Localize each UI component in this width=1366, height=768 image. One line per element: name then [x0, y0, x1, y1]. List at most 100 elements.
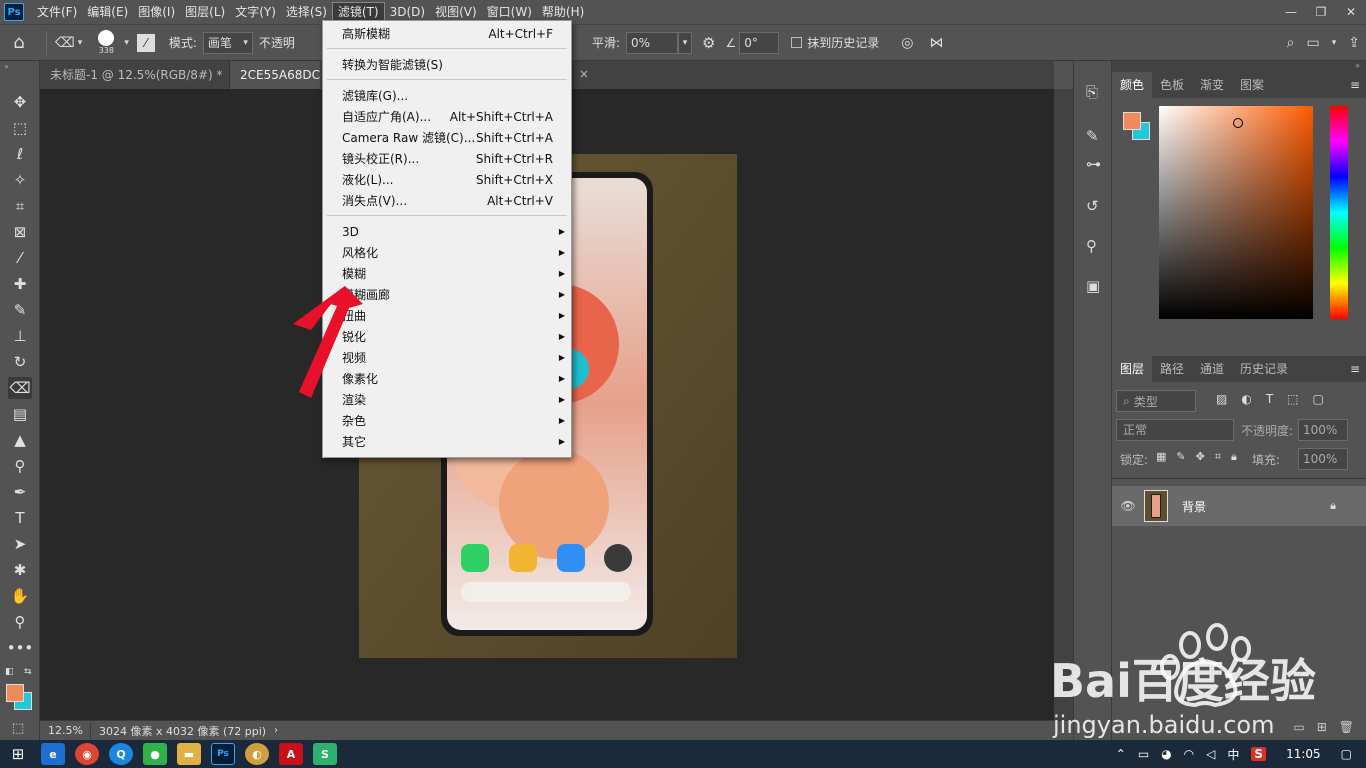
tab-history[interactable]: 历史记录 — [1232, 356, 1296, 382]
frame-tool-icon[interactable]: ⊠ — [8, 221, 32, 243]
collapse-icon[interactable]: » — [4, 62, 9, 71]
menu-3[interactable]: 图层(L) — [180, 2, 230, 22]
mode-select[interactable]: 画笔 ▾ — [202, 31, 253, 54]
magic-wand-tool-icon[interactable]: ✧ — [8, 169, 32, 191]
home-icon[interactable]: ⌂ — [0, 32, 38, 53]
brush-settings-icon[interactable]: ⁄ — [136, 33, 155, 52]
zoom-level[interactable]: 12.5% — [40, 724, 90, 737]
file-explorer-icon[interactable]: ▬ — [177, 743, 201, 765]
wifi-icon[interactable]: ◠ — [1184, 747, 1194, 761]
filter-menu-item[interactable]: 杂色 ▶ — [323, 410, 571, 431]
delete-layer-icon[interactable]: 🗑︎ — [1339, 720, 1354, 734]
minimize-button[interactable]: — — [1276, 2, 1306, 22]
filter-menu-item[interactable]: 自适应广角(A)... Alt+Shift+Ctrl+A — [323, 106, 571, 127]
chevron-down-icon[interactable]: ▾ — [124, 38, 129, 48]
new-layer-icon[interactable]: ⊞ — [1317, 720, 1327, 734]
sheets-icon[interactable]: S — [313, 743, 337, 765]
custom-shape-tool-icon[interactable]: ✱ — [8, 559, 32, 581]
new-group-icon[interactable]: ▭ — [1293, 720, 1304, 734]
menu-6[interactable]: 滤镜(T) — [331, 2, 385, 22]
type-tool-icon[interactable]: T — [8, 507, 32, 529]
blend-mode-select[interactable]: 正常 — [1116, 419, 1234, 441]
filter-menu-item[interactable]: Camera Raw 滤镜(C)... Shift+Ctrl+A — [323, 127, 571, 148]
menu-10[interactable]: 帮助(H) — [537, 2, 589, 22]
angle-input[interactable]: 0° — [739, 31, 780, 54]
menu-7[interactable]: 3D(D) — [385, 2, 430, 22]
lock-all-icon[interactable]: 🔒︎ — [1231, 450, 1237, 464]
menu-9[interactable]: 窗口(W) — [482, 2, 537, 22]
foreground-color-swatch[interactable] — [1123, 112, 1141, 130]
clone-stamp-tool-icon[interactable]: ⊥ — [8, 325, 32, 347]
tab-channels[interactable]: 通道 — [1192, 356, 1232, 382]
gradient-tool-icon[interactable]: ▤ — [8, 403, 32, 425]
lasso-tool-icon[interactable]: ℓ — [8, 143, 32, 165]
vertical-scrollbar[interactable] — [1054, 89, 1073, 720]
tab-patterns[interactable]: 图案 — [1232, 72, 1272, 98]
browser-icon[interactable]: Q — [109, 743, 133, 765]
marquee-tool-icon[interactable]: ⬚ — [8, 117, 32, 139]
tab-color[interactable]: 颜色 — [1112, 72, 1153, 98]
chrome-icon[interactable]: ◉ — [75, 743, 99, 765]
lock-paint-icon[interactable]: ✎ — [1176, 450, 1185, 464]
workspace-icon[interactable]: ▭ — [1307, 35, 1320, 51]
menu-4[interactable]: 文字(Y) — [230, 2, 281, 22]
default-colors-icon[interactable]: ◧ — [5, 667, 14, 677]
tab-layers[interactable]: 图层 — [1112, 356, 1153, 382]
ie-icon[interactable]: e — [41, 743, 65, 765]
collapse-icon[interactable]: » — [1112, 61, 1366, 72]
history-brush-tool-icon[interactable]: ↻ — [8, 351, 32, 373]
tool-preset-picker[interactable]: ⌫ ▾ — [55, 35, 82, 51]
document-tab[interactable]: 未标题-1 @ 12.5%(RGB/8#) * × — [40, 61, 230, 89]
app-icon[interactable]: ◐ — [245, 743, 269, 765]
brush-settings-panel-icon[interactable]: ✎ — [1086, 127, 1099, 145]
shape-filter-icon[interactable]: ⬚ — [1287, 392, 1298, 406]
erase-history-checkbox[interactable] — [791, 37, 803, 48]
panel-menu-icon[interactable]: ≡ — [1350, 356, 1366, 382]
eyedropper-tool-icon[interactable]: ⁄ — [8, 247, 32, 269]
menu-5[interactable]: 选择(S) — [281, 2, 332, 22]
acrobat-icon[interactable]: A — [279, 743, 303, 765]
clock[interactable]: 11:05 — [1286, 747, 1321, 761]
filter-menu-item[interactable]: 消失点(V)... Alt+Ctrl+V — [323, 190, 571, 211]
path-selection-tool-icon[interactable]: ➤ — [8, 533, 32, 555]
sogou-icon[interactable]: S — [1251, 747, 1267, 761]
healing-brush-tool-icon[interactable]: ✚ — [8, 273, 32, 295]
close-window-button[interactable]: ✕ — [1336, 2, 1366, 22]
swap-colors-icon[interactable]: ⇆ — [24, 667, 32, 677]
document-tab-active[interactable]: 2CE55A68DCAE — [230, 61, 320, 89]
photoshop-taskbar-icon[interactable]: Ps — [211, 743, 235, 765]
eraser-tool-icon[interactable]: ⌫ — [8, 377, 32, 399]
lightbulb-icon[interactable]: ⚲ — [1086, 237, 1097, 255]
gear-icon[interactable]: ⚙ — [702, 34, 715, 52]
fill-input[interactable]: 100% — [1298, 448, 1348, 470]
lock-pixels-icon[interactable]: ▦ — [1156, 450, 1166, 464]
chevron-up-icon[interactable]: ⌃ — [1116, 747, 1126, 761]
tab-swatches[interactable]: 色板 — [1152, 72, 1192, 98]
more-tools-icon[interactable]: ••• — [7, 637, 34, 659]
share-icon[interactable]: ⇪ — [1348, 35, 1360, 51]
tab-gradients[interactable]: 渐变 — [1192, 72, 1232, 98]
battery-icon[interactable]: ▭ — [1138, 747, 1149, 761]
close-icon[interactable]: × — [579, 67, 589, 81]
adjustment-filter-icon[interactable]: ◐ — [1241, 392, 1251, 406]
chevron-down-icon[interactable]: ▾ — [1332, 38, 1337, 48]
filter-menu-item[interactable]: 滤镜库(G)... — [323, 85, 571, 106]
filter-menu-item[interactable]: 高斯模糊 Alt+Ctrl+F — [323, 23, 571, 44]
ime-indicator[interactable]: 中 — [1227, 746, 1239, 763]
lock-position-icon[interactable]: ✥ — [1196, 450, 1205, 464]
menu-1[interactable]: 编辑(E) — [82, 2, 133, 22]
windows-start-icon[interactable]: ⊞ — [0, 745, 36, 763]
history-icon[interactable]: ↺ — [1086, 197, 1099, 215]
dodge-tool-icon[interactable]: ⚲ — [8, 455, 32, 477]
menu-2[interactable]: 图像(I) — [133, 2, 180, 22]
brush-size-picker[interactable]: 338 — [92, 30, 120, 55]
blur-tool-icon[interactable]: ▲ — [8, 429, 32, 451]
artboard-icon[interactable]: ▣ — [1086, 277, 1100, 295]
move-tool-icon[interactable]: ✥ — [8, 91, 32, 113]
quick-mask-icon[interactable]: ⬚ — [12, 721, 24, 736]
filter-menu-item[interactable]: 转换为智能滤镜(S) — [323, 54, 571, 75]
color-picker-cursor[interactable] — [1233, 118, 1243, 128]
smooth-input[interactable]: 0% — [626, 31, 679, 54]
menu-8[interactable]: 视图(V) — [430, 2, 482, 22]
filter-menu-item[interactable]: 3D ▶ — [323, 221, 571, 242]
